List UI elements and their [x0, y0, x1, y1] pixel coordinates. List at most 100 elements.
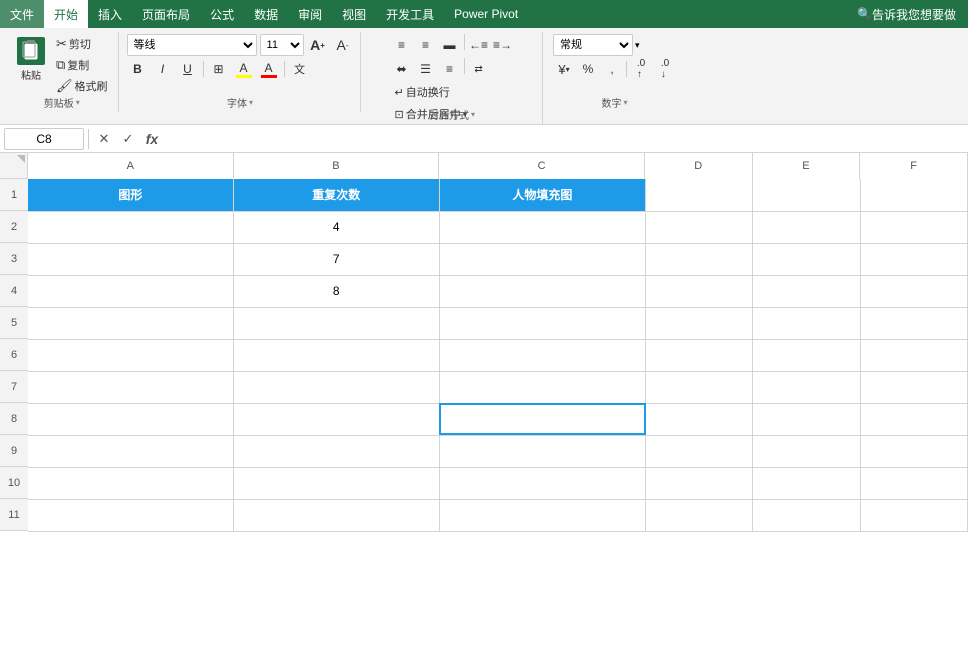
cell-d10[interactable]	[646, 467, 753, 499]
cell-a1[interactable]: 图形	[28, 179, 233, 211]
increase-indent-button[interactable]: ≡→	[492, 34, 514, 56]
cell-d1[interactable]	[646, 179, 753, 211]
cell-e11[interactable]	[753, 499, 860, 531]
cut-button[interactable]: ✂ 剪切	[52, 34, 112, 54]
menu-powerpivot[interactable]: Power Pivot	[444, 0, 528, 28]
cell-b9[interactable]	[233, 435, 439, 467]
formula-input[interactable]	[165, 128, 964, 150]
cell-a9[interactable]	[28, 435, 233, 467]
cell-b6[interactable]	[233, 339, 439, 371]
row-header-1[interactable]: 1	[0, 179, 28, 211]
cell-d3[interactable]	[646, 243, 753, 275]
col-header-e[interactable]: E	[753, 153, 861, 179]
cell-a7[interactable]	[28, 371, 233, 403]
menu-review[interactable]: 审阅	[288, 0, 332, 28]
cell-reference-input[interactable]	[4, 128, 84, 150]
cell-c9[interactable]	[439, 435, 645, 467]
font-shrink-button[interactable]: A-	[332, 34, 354, 56]
cell-b7[interactable]	[233, 371, 439, 403]
align-top-center-button[interactable]: ≡	[415, 34, 437, 56]
cell-c10[interactable]	[439, 467, 645, 499]
align-top-left-button[interactable]: ≡	[391, 34, 413, 56]
cell-a6[interactable]	[28, 339, 233, 371]
comma-button[interactable]: ,	[601, 58, 623, 80]
clipboard-expand-icon[interactable]: ▾	[76, 98, 80, 107]
underline-button[interactable]: U	[177, 58, 199, 80]
row-header-8[interactable]: 8	[0, 403, 28, 435]
cell-b5[interactable]	[233, 307, 439, 339]
cell-c3[interactable]	[439, 243, 645, 275]
cell-f2[interactable]	[860, 211, 967, 243]
format-painter-button[interactable]: 🖌 格式刷	[52, 76, 112, 96]
row-header-2[interactable]: 2	[0, 211, 28, 243]
decrease-indent-button[interactable]: ←≡	[468, 34, 490, 56]
decimal-dec-button[interactable]: .0↓	[654, 58, 676, 80]
cell-f5[interactable]	[860, 307, 967, 339]
cell-e8[interactable]	[753, 403, 860, 435]
font-grow-button[interactable]: A+	[307, 34, 329, 56]
cell-b3[interactable]: 7	[233, 243, 439, 275]
cell-e5[interactable]	[753, 307, 860, 339]
row-header-5[interactable]: 5	[0, 307, 28, 339]
row-header-7[interactable]: 7	[0, 371, 28, 403]
cell-c4[interactable]	[439, 275, 645, 307]
cell-c7[interactable]	[439, 371, 645, 403]
align-right-button[interactable]: ≡	[439, 58, 461, 80]
cell-a5[interactable]	[28, 307, 233, 339]
cell-e9[interactable]	[753, 435, 860, 467]
text-direction-button[interactable]: ⇄	[468, 58, 490, 80]
cell-b4[interactable]: 8	[233, 275, 439, 307]
wen-button[interactable]: 文	[289, 58, 311, 80]
decimal-inc-button[interactable]: .0↑	[630, 58, 652, 80]
menu-file[interactable]: 文件	[0, 0, 44, 28]
cell-d2[interactable]	[646, 211, 753, 243]
number-expand-icon[interactable]: ▾	[624, 98, 628, 107]
copy-button[interactable]: ⧉ 复制	[52, 55, 112, 75]
fill-color-button[interactable]: A	[233, 58, 255, 80]
col-header-f[interactable]: F	[860, 153, 968, 179]
formula-cancel-button[interactable]: ✕	[93, 128, 115, 150]
cell-d9[interactable]	[646, 435, 753, 467]
menu-view[interactable]: 视图	[332, 0, 376, 28]
search-bar[interactable]: 🔍 告诉我您想要做	[845, 0, 968, 28]
cell-e4[interactable]	[753, 275, 860, 307]
cell-d11[interactable]	[646, 499, 753, 531]
font-color-button[interactable]: A	[258, 58, 280, 80]
cell-a8[interactable]	[28, 403, 233, 435]
cell-d5[interactable]	[646, 307, 753, 339]
cell-d7[interactable]	[646, 371, 753, 403]
align-top-right-button[interactable]: ▬	[439, 34, 461, 56]
row-header-9[interactable]: 9	[0, 435, 28, 467]
formula-fx-button[interactable]: fx	[141, 128, 163, 150]
cell-a11[interactable]	[28, 499, 233, 531]
cell-a4[interactable]	[28, 275, 233, 307]
cell-c11[interactable]	[439, 499, 645, 531]
font-size-select[interactable]: 11	[260, 34, 304, 56]
cell-b11[interactable]	[233, 499, 439, 531]
cell-f6[interactable]	[860, 339, 967, 371]
cell-f11[interactable]	[860, 499, 967, 531]
col-header-a[interactable]: A	[28, 153, 234, 179]
cell-e3[interactable]	[753, 243, 860, 275]
align-left-button[interactable]: ⬌	[391, 58, 413, 80]
border-button[interactable]: ⊞	[208, 58, 230, 80]
cell-f1[interactable]	[860, 179, 967, 211]
cell-e1[interactable]	[753, 179, 860, 211]
menu-pagelayout[interactable]: 页面布局	[132, 0, 200, 28]
italic-button[interactable]: I	[152, 58, 174, 80]
align-center-button[interactable]: ☰	[415, 58, 437, 80]
cell-d8[interactable]	[646, 403, 753, 435]
paste-button[interactable]: 粘贴	[12, 34, 50, 85]
row-header-3[interactable]: 3	[0, 243, 28, 275]
cell-f8[interactable]	[860, 403, 967, 435]
row-header-11[interactable]: 11	[0, 499, 28, 531]
wrap-text-button[interactable]: ↵ 自动换行	[391, 82, 454, 102]
menu-home[interactable]: 开始	[44, 0, 88, 28]
cell-b8[interactable]	[233, 403, 439, 435]
formula-confirm-button[interactable]: ✓	[117, 128, 139, 150]
menu-insert[interactable]: 插入	[88, 0, 132, 28]
col-header-b[interactable]: B	[234, 153, 440, 179]
cell-b2[interactable]: 4	[233, 211, 439, 243]
cell-c8[interactable]	[439, 403, 645, 435]
percent-button[interactable]: %	[577, 58, 599, 80]
